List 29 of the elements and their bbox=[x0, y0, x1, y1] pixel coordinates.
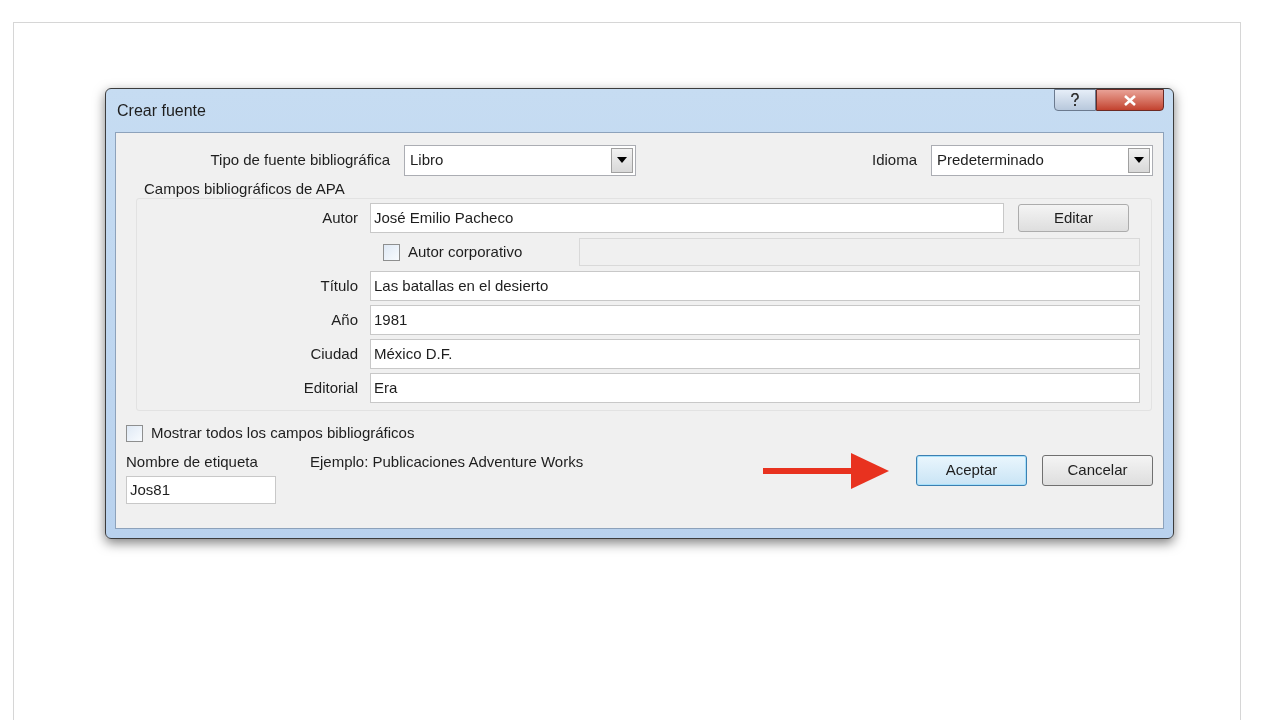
close-icon bbox=[1123, 94, 1137, 106]
field-label: Editorial bbox=[302, 377, 359, 398]
input-field[interactable]: José Emilio Pacheco bbox=[370, 203, 1004, 233]
dropdown[interactable]: Predeterminado bbox=[931, 144, 1153, 176]
window-title: Crear fuente bbox=[117, 100, 206, 121]
input-field[interactable]: México D.F. bbox=[370, 339, 1140, 369]
checkbox-label: Autor corporativo bbox=[407, 241, 524, 262]
source-type-label: Tipo de fuente bibliográfica bbox=[209, 149, 391, 170]
tag-label: Nombre de etiqueta bbox=[126, 451, 259, 472]
tag-input-field[interactable]: Jos81 bbox=[126, 476, 276, 504]
dropdown[interactable]: Libro bbox=[404, 144, 636, 176]
example-text: Ejemplo: Publicaciones Adventure Works bbox=[310, 451, 585, 472]
close-button[interactable] bbox=[1096, 89, 1164, 111]
checkbox-label: Mostrar todos los campos bibliográficos bbox=[151, 423, 415, 443]
field-label: Título bbox=[319, 275, 359, 296]
help-button[interactable] bbox=[1054, 89, 1096, 111]
input-field[interactable]: Era bbox=[370, 373, 1140, 403]
input-field[interactable]: 1981 bbox=[370, 305, 1140, 335]
dialog-button[interactable]: Aceptar bbox=[916, 455, 1027, 486]
edit-button[interactable]: Editar bbox=[1018, 204, 1129, 232]
language-label: Idioma bbox=[871, 149, 918, 170]
checkbox[interactable] bbox=[126, 424, 143, 442]
dialog-button[interactable]: Cancelar bbox=[1042, 455, 1153, 486]
field-label: Ciudad bbox=[309, 343, 359, 364]
field-label: Autor bbox=[321, 207, 359, 228]
help-icon bbox=[1070, 93, 1080, 107]
input-field[interactable]: Las batallas en el desierto bbox=[370, 271, 1140, 301]
field-label: Año bbox=[330, 309, 359, 330]
group-title: Campos bibliográficos de APA bbox=[143, 179, 346, 198]
